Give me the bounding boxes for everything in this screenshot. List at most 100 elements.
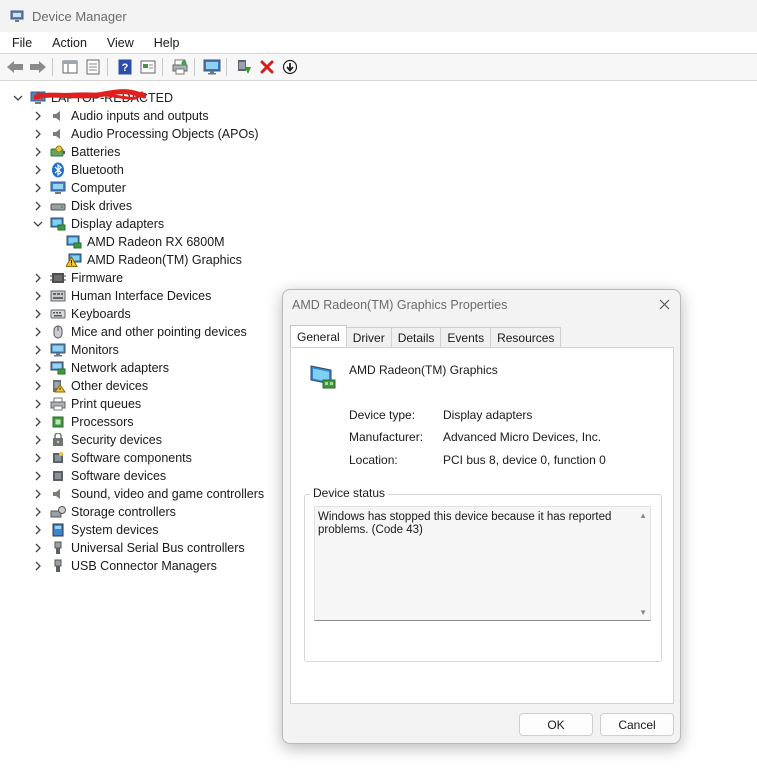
chevron-right-icon[interactable] [32,452,44,464]
chevron-right-icon[interactable] [32,542,44,554]
tree-category[interactable]: Keyboards [32,305,131,323]
chevron-right-icon[interactable] [32,416,44,428]
chevron-right-icon[interactable] [32,506,44,518]
tree-category[interactable]: Computer [32,179,126,197]
chevron-right-icon[interactable] [32,308,44,320]
menu-view[interactable]: View [95,36,142,50]
other-devices-icon [50,379,66,393]
tree-category[interactable]: Processors [32,413,134,431]
chevron-down-icon[interactable] [32,218,44,230]
tree-category[interactable]: Display adapters [32,215,164,233]
tree-category[interactable]: System devices [32,521,159,539]
scroll-up-icon[interactable]: ▲ [639,511,647,520]
print-icon[interactable] [170,57,190,77]
keyboard-icon [50,307,66,321]
cancel-button[interactable]: Cancel [600,713,674,736]
tree-category[interactable]: Firmware [32,269,123,287]
back-icon[interactable] [5,57,25,77]
chevron-down-icon[interactable] [12,92,24,104]
chevron-right-icon[interactable] [32,272,44,284]
chevron-right-icon[interactable] [32,560,44,572]
chevron-right-icon[interactable] [32,128,44,140]
tab-events[interactable]: Events [440,327,492,348]
tree-category[interactable]: USB Connector Managers [32,557,217,575]
system-device-icon [50,523,66,537]
software-component-icon [50,451,66,465]
tab-general[interactable]: General [290,325,347,348]
tree-category[interactable]: Universal Serial Bus controllers [32,539,245,557]
tree-category[interactable]: Print queues [32,395,141,413]
menu-file[interactable]: File [0,36,40,50]
toolbar-separator [52,58,53,76]
chevron-right-icon[interactable] [32,470,44,482]
tree-category-label: Computer [71,181,126,195]
redaction-cover [50,88,146,102]
update-driver-icon[interactable] [234,57,254,77]
chevron-right-icon[interactable] [32,326,44,338]
tree-category[interactable]: Software components [32,449,192,467]
chevron-right-icon[interactable] [32,164,44,176]
help-icon[interactable]: ? [115,57,135,77]
tree-category[interactable]: Mice and other pointing devices [32,323,247,341]
tab-driver[interactable]: Driver [345,327,392,348]
tree-category[interactable]: Audio inputs and outputs [32,107,209,125]
disk-drive-icon [50,199,66,213]
chevron-right-icon[interactable] [32,380,44,392]
tree-category[interactable]: Network adapters [32,359,169,377]
tab-resources[interactable]: Resources [490,327,562,348]
tree-category-label: Firmware [71,271,124,285]
tab-details[interactable]: Details [390,327,442,348]
uninstall-icon[interactable] [257,57,277,77]
speaker-icon [50,127,66,141]
device-type-label: Device type: [349,408,416,422]
tree-category[interactable]: Security devices [32,431,162,449]
tree-category[interactable]: Other devices [32,377,148,395]
properties-pane-icon[interactable] [60,57,80,77]
forward-icon[interactable] [28,57,48,77]
chevron-right-icon[interactable] [32,110,44,122]
monitor-icon[interactable] [202,57,222,77]
tree-category[interactable]: Human Interface Devices [32,287,211,305]
tree-category[interactable]: Storage controllers [32,503,176,521]
speaker-icon [50,109,66,123]
chevron-right-icon[interactable] [32,398,44,410]
chevron-right-icon[interactable] [32,182,44,194]
tree-category-label: Disk drives [71,199,133,213]
tree-category-label: Sound, video and game controllers [71,487,265,501]
chevron-right-icon[interactable] [32,362,44,374]
chevron-right-icon[interactable] [32,434,44,446]
tree-category[interactable]: Software devices [32,467,166,485]
show-hidden-icon[interactable] [83,57,103,77]
processor-icon [50,415,66,429]
disable-device-icon[interactable] [280,57,300,77]
tree-category[interactable]: Disk drives [32,197,132,215]
chevron-right-icon[interactable] [32,488,44,500]
tree-device-item[interactable]: AMD Radeon RX 6800M [62,233,225,251]
speaker-icon [50,487,66,501]
chevron-right-icon[interactable] [32,290,44,302]
tree-device-item[interactable]: AMD Radeon(TM) Graphics [62,251,242,269]
tree-category[interactable]: Bluetooth [32,161,124,179]
close-icon[interactable] [656,296,672,312]
tree-category[interactable]: Monitors [32,341,119,359]
window-title: Device Manager [32,8,127,24]
menu-help[interactable]: Help [142,36,188,50]
tree-device-label: AMD Radeon RX 6800M [87,235,225,249]
chevron-right-icon[interactable] [32,524,44,536]
properties-dialog: AMD Radeon(TM) Graphics Properties Gener… [282,289,681,744]
device-status-textbox[interactable]: Windows has stopped this device because … [314,506,651,621]
chevron-right-icon[interactable] [32,344,44,356]
menu-action[interactable]: Action [40,36,95,50]
mouse-icon [50,325,66,339]
tree-category[interactable]: Audio Processing Objects (APOs) [32,125,259,143]
tree-category[interactable]: Sound, video and game controllers [32,485,264,503]
usb-icon [50,541,66,555]
location-label: Location: [349,453,398,467]
view-icon[interactable] [138,57,158,77]
window-titlebar: Device Manager [0,0,757,32]
ok-button[interactable]: OK [519,713,593,736]
scroll-down-icon[interactable]: ▼ [639,608,647,617]
chevron-right-icon[interactable] [32,146,44,158]
chevron-right-icon[interactable] [32,200,44,212]
tree-category[interactable]: Batteries [32,143,120,161]
